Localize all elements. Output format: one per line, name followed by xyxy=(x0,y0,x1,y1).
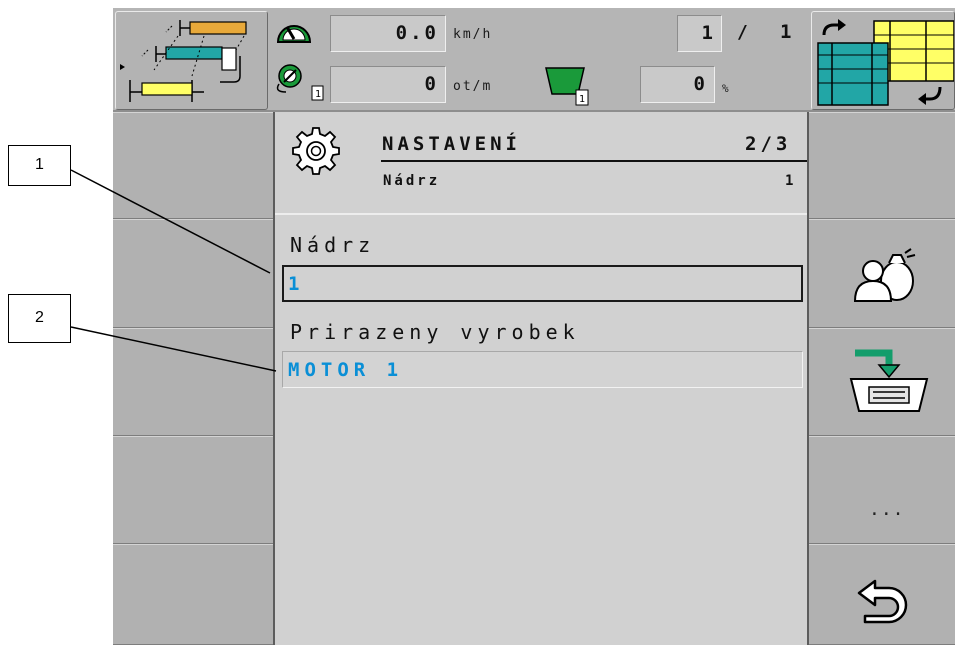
section-layout-button[interactable] xyxy=(115,11,268,110)
section-switch-button[interactable] xyxy=(811,11,955,110)
product-label: Prirazeny vyrobek xyxy=(290,320,580,344)
operator-product-icon xyxy=(853,248,916,302)
section-current-field: 1 xyxy=(677,15,722,52)
section-switch-icon xyxy=(817,19,954,106)
tank-input[interactable]: 1 xyxy=(282,265,803,302)
hopper-assign-softkey[interactable] xyxy=(809,328,955,436)
svg-text:1: 1 xyxy=(579,94,585,105)
back-arrow-icon xyxy=(857,579,908,624)
speedometer-icon xyxy=(276,25,312,43)
operator-product-softkey[interactable] xyxy=(809,219,955,328)
product-select[interactable]: MOTOR 1 xyxy=(282,351,803,388)
section-layout-icon xyxy=(120,20,247,102)
left-softkey-5[interactable] xyxy=(113,544,273,645)
page-subtitle-value: 1 xyxy=(785,173,797,189)
left-softkey-3[interactable] xyxy=(113,328,273,436)
speed-value: 0.0 xyxy=(395,22,439,44)
tank-input-value: 1 xyxy=(288,273,305,295)
settings-gear-icon xyxy=(292,127,340,175)
more-label: ... xyxy=(869,499,905,520)
page-indicator: 2/3 xyxy=(745,133,792,155)
hopper-level-value: 0 xyxy=(693,73,708,95)
hopper-level-field: 0 xyxy=(640,66,715,103)
hopper-level-unit: % xyxy=(722,82,731,95)
rpm-unit: ot/m xyxy=(453,79,493,94)
page-title: NASTAVENÍ xyxy=(382,133,521,155)
page-subtitle: Nádrz xyxy=(383,173,441,189)
more-softkey[interactable]: ... xyxy=(809,436,955,544)
left-softkey-2[interactable] xyxy=(113,219,273,328)
rpm-field: 0 xyxy=(330,66,446,103)
speed-unit: km/h xyxy=(453,27,493,42)
section-current-value: 1 xyxy=(701,22,716,44)
left-softkey-4[interactable] xyxy=(113,436,273,544)
product-select-value: MOTOR 1 xyxy=(288,359,404,381)
section-separator: / xyxy=(737,22,748,43)
hopper-assign-icon xyxy=(849,349,929,412)
left-softkey-1[interactable] xyxy=(113,112,273,219)
section-total-value: 1 xyxy=(780,21,792,43)
header-divider xyxy=(381,160,807,162)
right-softkey-1[interactable] xyxy=(809,112,955,219)
rpm-value: 0 xyxy=(424,73,439,95)
callout-2: 2 xyxy=(8,294,71,343)
rpm-sensor-icon: 1 xyxy=(276,64,324,101)
speed-field: 0.0 xyxy=(330,15,446,52)
hopper-level-icon: 1 xyxy=(545,67,589,106)
svg-text:1: 1 xyxy=(315,89,321,100)
callout-1: 1 xyxy=(8,145,71,186)
header-separator xyxy=(275,213,807,215)
back-softkey[interactable] xyxy=(809,544,955,645)
tank-label: Nádrz xyxy=(290,233,376,257)
